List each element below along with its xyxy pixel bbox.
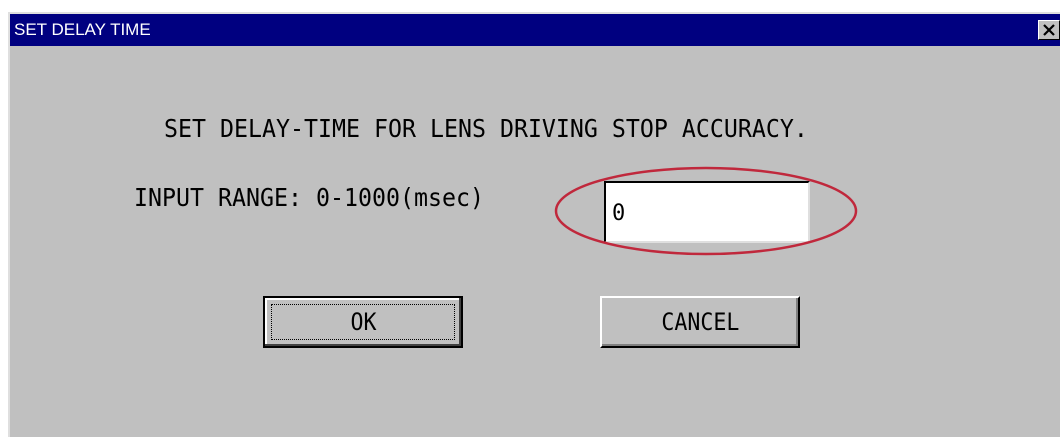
ok-button[interactable]: OK xyxy=(263,296,463,348)
set-delay-time-dialog: SET DELAY TIME SET DELAY-TIME FOR LENS D… xyxy=(8,12,1060,437)
close-icon xyxy=(1043,24,1055,36)
cancel-button[interactable]: CANCEL xyxy=(600,296,800,348)
input-range-label: INPUT RANGE: 0-1000(msec) xyxy=(134,183,484,212)
highlight-annotation-ellipse xyxy=(554,166,858,256)
window-title: SET DELAY TIME xyxy=(14,20,151,39)
title-bar[interactable]: SET DELAY TIME xyxy=(10,14,1060,46)
ok-button-label: OK xyxy=(349,308,377,336)
cancel-button-label: CANCEL xyxy=(660,308,740,336)
instruction-message: SET DELAY-TIME FOR LENS DRIVING STOP ACC… xyxy=(164,114,808,143)
delay-time-input[interactable] xyxy=(604,181,810,243)
close-button[interactable] xyxy=(1038,20,1060,40)
